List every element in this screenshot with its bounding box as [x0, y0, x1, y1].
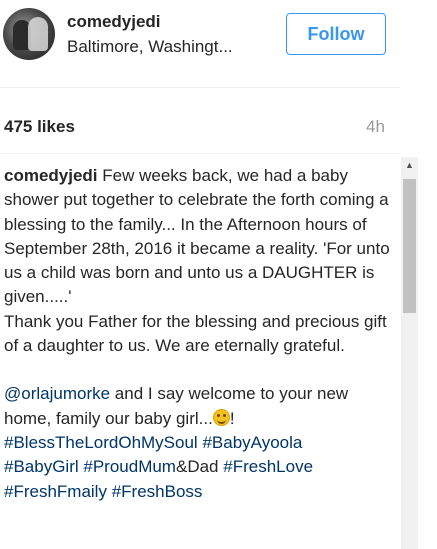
hashtag-link[interactable]: #ProudMum — [83, 457, 176, 476]
scroll-up-arrow-icon[interactable]: ▲ — [401, 157, 418, 174]
likes-count[interactable]: 475 likes — [4, 117, 75, 137]
hashtag-link[interactable]: #BabyAyoola — [202, 433, 302, 452]
caption-paragraph: comedyjedi Few weeks back, we had a baby… — [4, 164, 396, 310]
caption: comedyjedi Few weeks back, we had a baby… — [4, 164, 396, 504]
caption-text: &Dad — [175, 457, 219, 477]
caption-text: Few weeks back, we had a baby shower put… — [4, 166, 390, 307]
comments-scrollbar[interactable]: ▲ — [401, 157, 418, 549]
caption-paragraph: Thank you Father for the blessing and pr… — [4, 311, 387, 356]
avatar[interactable] — [3, 8, 55, 60]
hashtag-link[interactable]: #BabyGirl — [4, 457, 79, 476]
avatar-figure — [28, 17, 48, 51]
post-timestamp[interactable]: 4h — [366, 117, 385, 137]
follow-button[interactable]: Follow — [286, 13, 386, 55]
hashtag-link[interactable]: #FreshFmaily — [4, 482, 107, 501]
caption-paragraph: @orlajumorke and I say welcome to your n… — [4, 382, 396, 503]
location-link[interactable]: Baltimore, Washingt... — [67, 37, 233, 57]
caption-author-link[interactable]: comedyjedi — [4, 166, 98, 185]
mention-link[interactable]: @orlajumorke — [4, 384, 110, 403]
post-header: comedyjedi Baltimore, Washingt... Follow — [0, 0, 400, 88]
username-link[interactable]: comedyjedi — [67, 12, 161, 32]
hashtag-link[interactable]: #BlessTheLordOhMySoul — [4, 433, 198, 452]
scrollbar-thumb[interactable] — [403, 179, 416, 313]
smiley-emoji-icon — [212, 408, 230, 426]
hashtag-link[interactable]: #FreshLove — [223, 457, 313, 476]
caption-text: ! — [229, 408, 235, 428]
hashtag-link[interactable]: #FreshBoss — [112, 482, 203, 501]
likes-row: 475 likes 4h — [0, 88, 400, 154]
